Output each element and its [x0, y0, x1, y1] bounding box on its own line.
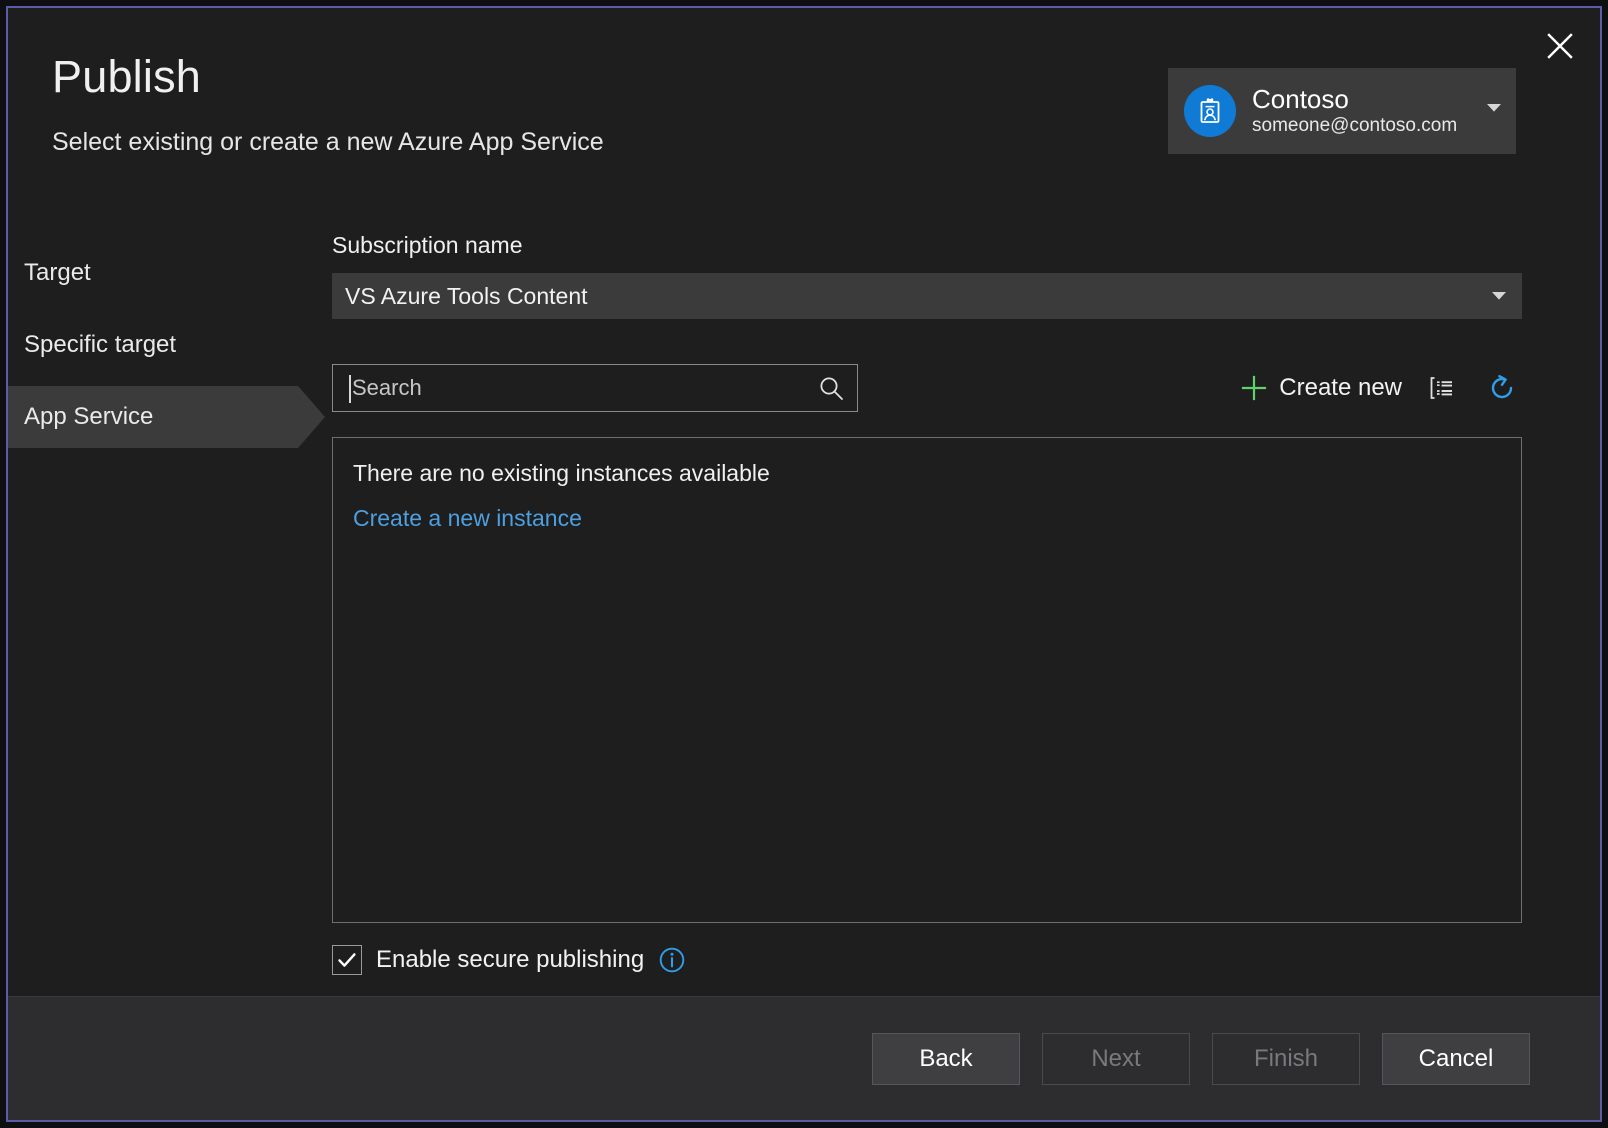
info-button[interactable]	[658, 946, 686, 974]
account-text: Contoso someone@contoso.com	[1252, 84, 1482, 138]
refresh-icon	[1491, 375, 1513, 399]
create-new-instance-link[interactable]: Create a new instance	[353, 505, 582, 532]
subscription-value: VS Azure Tools Content	[345, 282, 588, 309]
sidebar-item-app-service[interactable]: App Service	[8, 386, 325, 448]
dialog-header: Publish Select existing or create a new …	[8, 8, 1600, 216]
publish-dialog: Publish Select existing or create a new …	[6, 6, 1602, 1122]
secure-publishing-row: Enable secure publishing	[332, 945, 1522, 975]
dialog-body: Target Specific target App Service Subsc…	[8, 216, 1600, 996]
plus-icon	[1242, 375, 1267, 401]
back-button[interactable]: Back	[872, 1032, 1020, 1085]
search-input[interactable]	[349, 375, 818, 401]
subscription-label: Subscription name	[332, 232, 523, 258]
search-box[interactable]	[332, 364, 858, 412]
secure-publishing-checkbox[interactable]	[332, 945, 362, 975]
info-icon	[659, 947, 685, 973]
avatar	[1184, 85, 1236, 137]
toolbar-actions: Create new	[1239, 368, 1522, 408]
sidebar-item-label: Target	[24, 259, 91, 286]
dialog-footer: Back Next Finish Cancel	[8, 996, 1600, 1120]
secure-publishing-label[interactable]: Enable secure publishing	[376, 946, 644, 974]
sidebar-item-label: Specific target	[24, 331, 177, 358]
sidebar-navigation: Target Specific target App Service	[8, 216, 325, 996]
account-email: someone@contoso.com	[1252, 115, 1458, 137]
close-icon	[1547, 33, 1573, 59]
instances-toolbar: Create new	[332, 363, 1522, 413]
account-dropdown-toggle[interactable]	[1486, 100, 1502, 118]
group-list-icon	[1430, 377, 1452, 399]
refresh-button[interactable]	[1482, 368, 1522, 408]
subscription-dropdown[interactable]: VS Azure Tools Content	[332, 273, 1522, 319]
checkmark-icon	[338, 953, 356, 967]
chevron-down-icon	[1487, 104, 1501, 112]
empty-state-message: There are no existing instances availabl…	[353, 460, 770, 486]
account-selector[interactable]: Contoso someone@contoso.com	[1168, 68, 1516, 154]
sidebar-item-label: App Service	[24, 403, 154, 430]
create-new-button[interactable]: Create new	[1239, 373, 1402, 403]
main-content: Subscription name VS Azure Tools Content	[298, 216, 1600, 996]
create-new-label: Create new	[1279, 374, 1402, 401]
finish-button: Finish	[1212, 1032, 1360, 1085]
account-name: Contoso	[1252, 83, 1349, 114]
id-badge-icon	[1200, 97, 1220, 123]
chevron-down-icon	[1492, 292, 1506, 300]
group-view-button[interactable]	[1422, 368, 1462, 408]
sidebar-item-target[interactable]: Target	[8, 242, 298, 304]
instances-list-panel[interactable]: There are no existing instances availabl…	[332, 437, 1522, 923]
next-button: Next	[1042, 1032, 1190, 1085]
cancel-button[interactable]: Cancel	[1382, 1032, 1530, 1085]
close-button[interactable]	[1534, 20, 1586, 72]
sidebar-item-specific-target[interactable]: Specific target	[8, 314, 298, 376]
text-caret	[349, 375, 351, 403]
search-icon[interactable]	[818, 375, 845, 402]
